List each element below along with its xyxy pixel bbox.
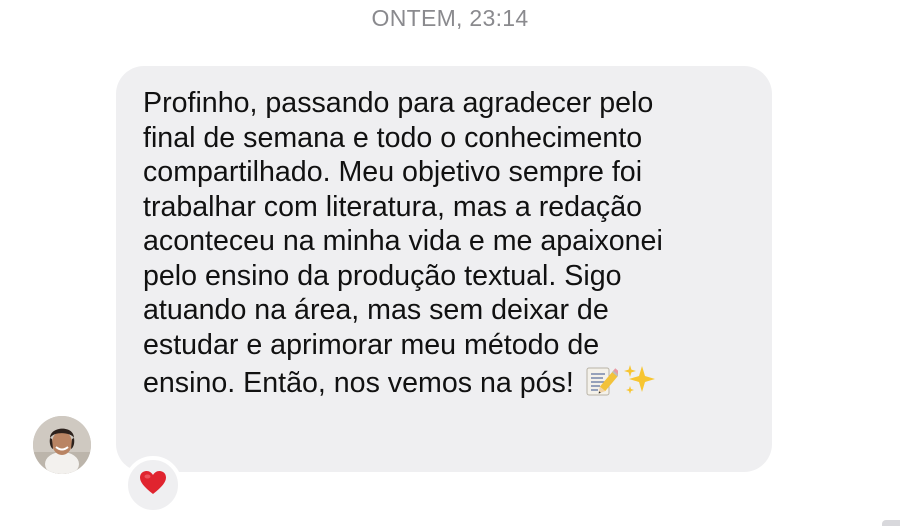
reaction-badge[interactable] bbox=[124, 456, 182, 514]
message-line: pelo ensino da produção textual. Sigo bbox=[143, 259, 622, 292]
message-timestamp: ONTEM, 23:14 bbox=[371, 5, 529, 31]
message-line: trabalhar com literatura, mas a redação bbox=[143, 190, 643, 223]
message-line-last: ensino. Então, nos vemos na pós! bbox=[143, 362, 756, 401]
sender-avatar[interactable] bbox=[33, 416, 91, 474]
sparkles-icon bbox=[622, 362, 658, 398]
scroll-indicator bbox=[882, 520, 900, 526]
message-line: aconteceu na minha vida e me apaixonei bbox=[143, 225, 663, 257]
message-line: compartilhado. Meu objetivo sempre foi bbox=[143, 156, 643, 188]
message-line: atuando na área, mas sem deixar de bbox=[143, 294, 609, 326]
heart-icon bbox=[139, 470, 167, 501]
message-line: Profinho, passando para agradecer pelo bbox=[143, 87, 654, 119]
chat-thread: ONTEM, 23:14 Profinho, passando para agr… bbox=[0, 0, 900, 526]
message-text: Profinho, passando para agradecer pelo f… bbox=[143, 86, 756, 401]
message-line: estudar e aprimorar meu método de bbox=[143, 328, 600, 361]
memo-icon bbox=[584, 364, 621, 398]
message-line: final de semana e todo o conhecimento bbox=[143, 121, 643, 154]
message-bubble[interactable]: Profinho, passando para agradecer pelo f… bbox=[116, 66, 772, 472]
message-line: ensino. Então, nos vemos na pós! bbox=[143, 367, 574, 399]
